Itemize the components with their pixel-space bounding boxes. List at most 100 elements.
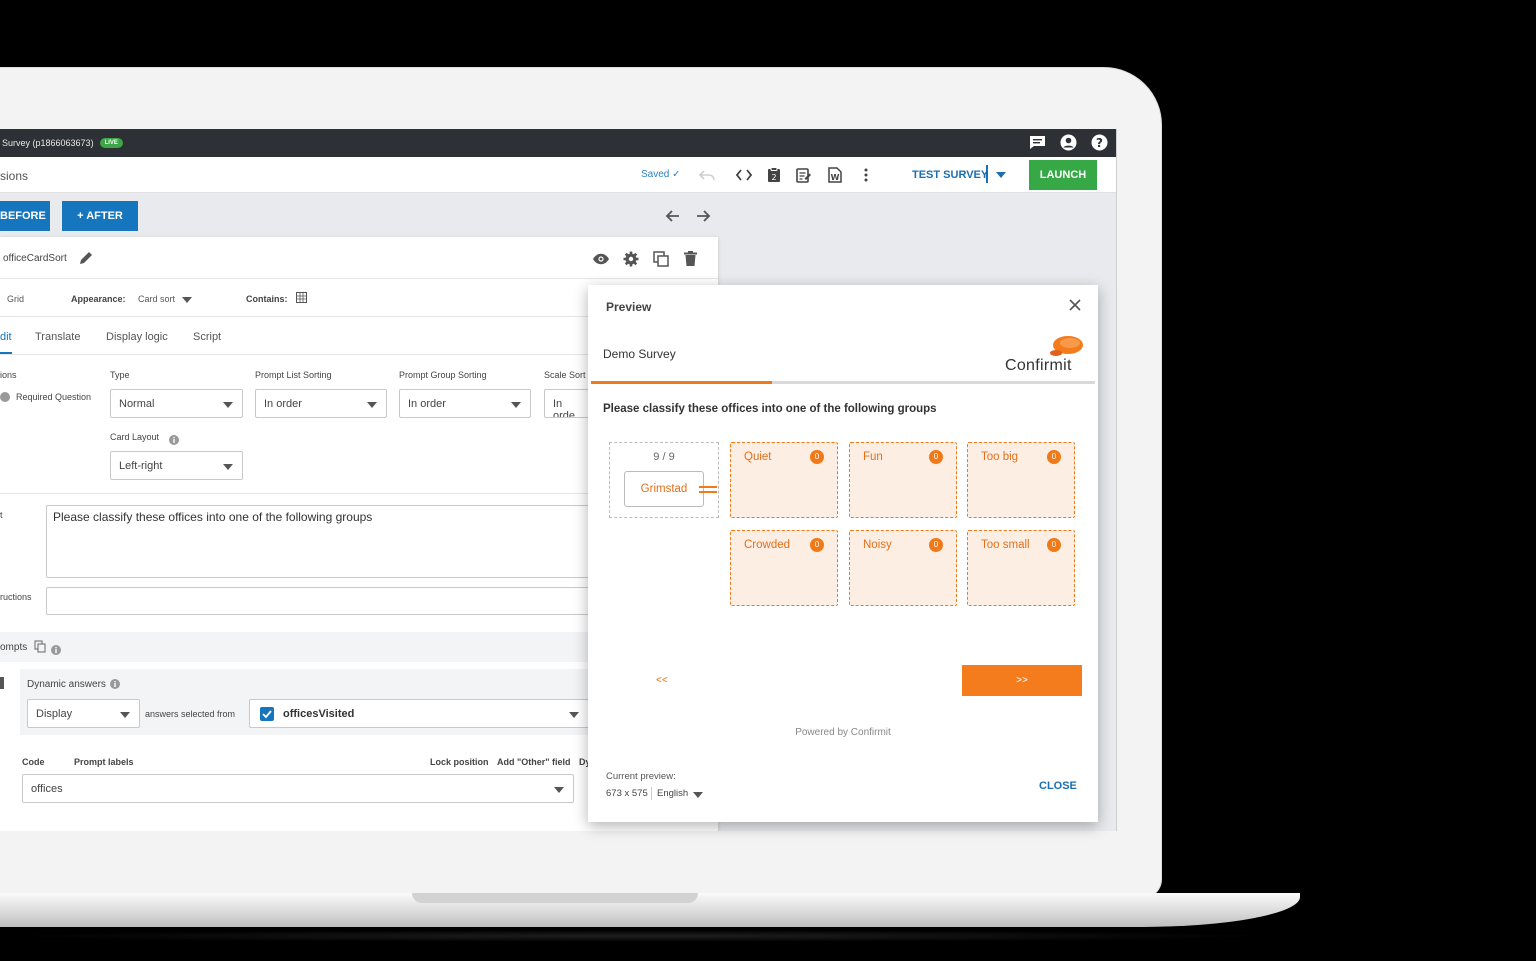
scale-sorting-select[interactable]: In orde: [544, 389, 594, 418]
prompt-group-sorting-value: In order: [408, 398, 446, 410]
group-count: 0: [1047, 538, 1061, 552]
type-label: Type: [110, 370, 130, 380]
copy-icon[interactable]: [34, 640, 46, 658]
group-too-small[interactable]: Too small 0: [967, 530, 1075, 606]
question-name: officeCardSort: [3, 253, 67, 264]
word-doc-icon[interactable]: W: [826, 166, 844, 184]
scale-sorting-value: In orde: [553, 398, 576, 418]
group-fun[interactable]: Fun 0: [849, 442, 957, 518]
tab-edit[interactable]: dit: [0, 331, 12, 354]
chat-icon[interactable]: [1028, 133, 1047, 152]
undo-icon[interactable]: [698, 166, 716, 184]
prompt-list-select[interactable]: offices: [22, 774, 574, 803]
group-label: Too small: [981, 539, 1030, 551]
group-noisy[interactable]: Noisy 0: [849, 530, 957, 606]
required-toggle[interactable]: [0, 392, 10, 402]
laptop-shadow: [0, 930, 1280, 942]
info-icon[interactable]: [169, 432, 179, 450]
preview-title: Preview: [606, 300, 652, 314]
card-layout-select[interactable]: Left-right: [110, 451, 243, 480]
info-icon[interactable]: [110, 676, 120, 694]
confirmit-logo-icon: [1048, 335, 1084, 357]
powered-by: Powered by Confirmit: [795, 727, 891, 738]
chevron-down-icon[interactable]: [693, 792, 703, 798]
close-button[interactable]: CLOSE: [1039, 780, 1077, 792]
drag-handle-icon[interactable]: [699, 482, 717, 493]
account-icon[interactable]: [1059, 133, 1078, 152]
launch-button[interactable]: LAUNCH: [1029, 160, 1097, 190]
question-actions: [591, 249, 700, 268]
question-text-input[interactable]: Please classify these offices into one o…: [46, 505, 606, 578]
info-icon[interactable]: [51, 642, 61, 660]
group-count: 0: [929, 538, 943, 552]
appearance-label: Appearance:: [71, 294, 126, 304]
test-survey-button[interactable]: TEST SURVEY: [912, 169, 988, 181]
prompt-group-sorting-select[interactable]: In order: [399, 389, 531, 418]
copy-icon[interactable]: [651, 249, 670, 268]
clipboard-icon[interactable]: 2: [765, 166, 783, 184]
dynamic-answers-label: Dynamic answers: [27, 679, 106, 690]
breadcrumb[interactable]: sions: [0, 169, 28, 183]
answers-selected-from-label: answers selected from: [145, 709, 236, 719]
grid-icon[interactable]: [296, 292, 307, 305]
add-after-button[interactable]: + AFTER: [62, 201, 138, 231]
gear-icon[interactable]: [621, 249, 640, 268]
saved-status: Saved ✓: [641, 169, 681, 180]
pencil-icon[interactable]: [78, 250, 94, 266]
group-too-big[interactable]: Too big 0: [967, 442, 1075, 518]
required-label: Required Question: [16, 392, 92, 402]
previous-button[interactable]: <<: [656, 675, 668, 686]
appearance-value[interactable]: Card sort: [138, 294, 175, 304]
instructions-input[interactable]: [46, 587, 606, 615]
preview-size[interactable]: 673 x 575: [606, 788, 648, 799]
divider: [0, 493, 600, 494]
tab-translate[interactable]: Translate: [35, 331, 80, 343]
trash-icon[interactable]: [0, 677, 4, 689]
progress-bar: [591, 381, 1095, 384]
group-crowded[interactable]: Crowded 0: [730, 530, 838, 606]
current-card[interactable]: Grimstad: [624, 471, 704, 507]
prompt-list-sorting-select[interactable]: In order: [255, 389, 387, 418]
trash-icon[interactable]: [681, 249, 700, 268]
scale-sorting-label: Scale Sort: [544, 370, 586, 380]
type-select[interactable]: Normal: [110, 389, 243, 418]
tab-script[interactable]: Script: [193, 331, 221, 343]
deck-count: 9 / 9: [653, 451, 675, 463]
group-count: 0: [810, 450, 824, 464]
group-label: Noisy: [863, 539, 892, 551]
language-select[interactable]: English: [657, 788, 688, 799]
arrow-left-icon[interactable]: [664, 207, 682, 225]
more-vert-icon[interactable]: [857, 166, 875, 184]
chevron-down-icon[interactable]: [182, 297, 192, 303]
eye-icon[interactable]: [591, 249, 610, 268]
group-label: Too big: [981, 451, 1019, 463]
add-before-button[interactable]: BEFORE: [0, 201, 50, 231]
laptop-notch: [412, 893, 698, 903]
card-deck: 9 / 9 Grimstad: [609, 442, 719, 518]
help-icon[interactable]: ?: [1090, 133, 1109, 152]
add-other-header: Add "Other" field: [497, 757, 571, 767]
next-button[interactable]: >>: [962, 665, 1082, 696]
clipboard-edit-icon[interactable]: [795, 166, 813, 184]
card-layout-label: Card Layout: [110, 432, 160, 442]
tab-display-logic[interactable]: Display logic: [106, 331, 168, 343]
chevron-down-icon[interactable]: [996, 172, 1006, 178]
group-quiet[interactable]: Quiet 0: [730, 442, 838, 518]
display-select[interactable]: Display: [27, 699, 140, 728]
arrow-right-icon[interactable]: [694, 207, 712, 225]
prompt-group-sorting-label: Prompt Group Sorting: [399, 370, 487, 380]
live-badge: LIVE: [99, 138, 123, 148]
source-list-select[interactable]: officesVisited: [249, 699, 589, 728]
chevron-down-icon: [223, 464, 233, 470]
brand-name: Confirmit: [1005, 357, 1072, 374]
stage: Survey (p1866063673) LIVE ? sions Saved …: [0, 0, 1536, 961]
code-icon[interactable]: [735, 166, 753, 184]
contains-label: Contains:: [246, 294, 288, 304]
checkbox-checked[interactable]: [260, 707, 274, 721]
prompt-list-value: offices: [31, 783, 63, 795]
instructions-label: ructions: [0, 592, 32, 602]
question-type-value: Grid: [7, 294, 25, 304]
type-value: Normal: [119, 398, 155, 410]
group-label: Quiet: [744, 451, 772, 463]
close-icon[interactable]: [1068, 298, 1084, 314]
